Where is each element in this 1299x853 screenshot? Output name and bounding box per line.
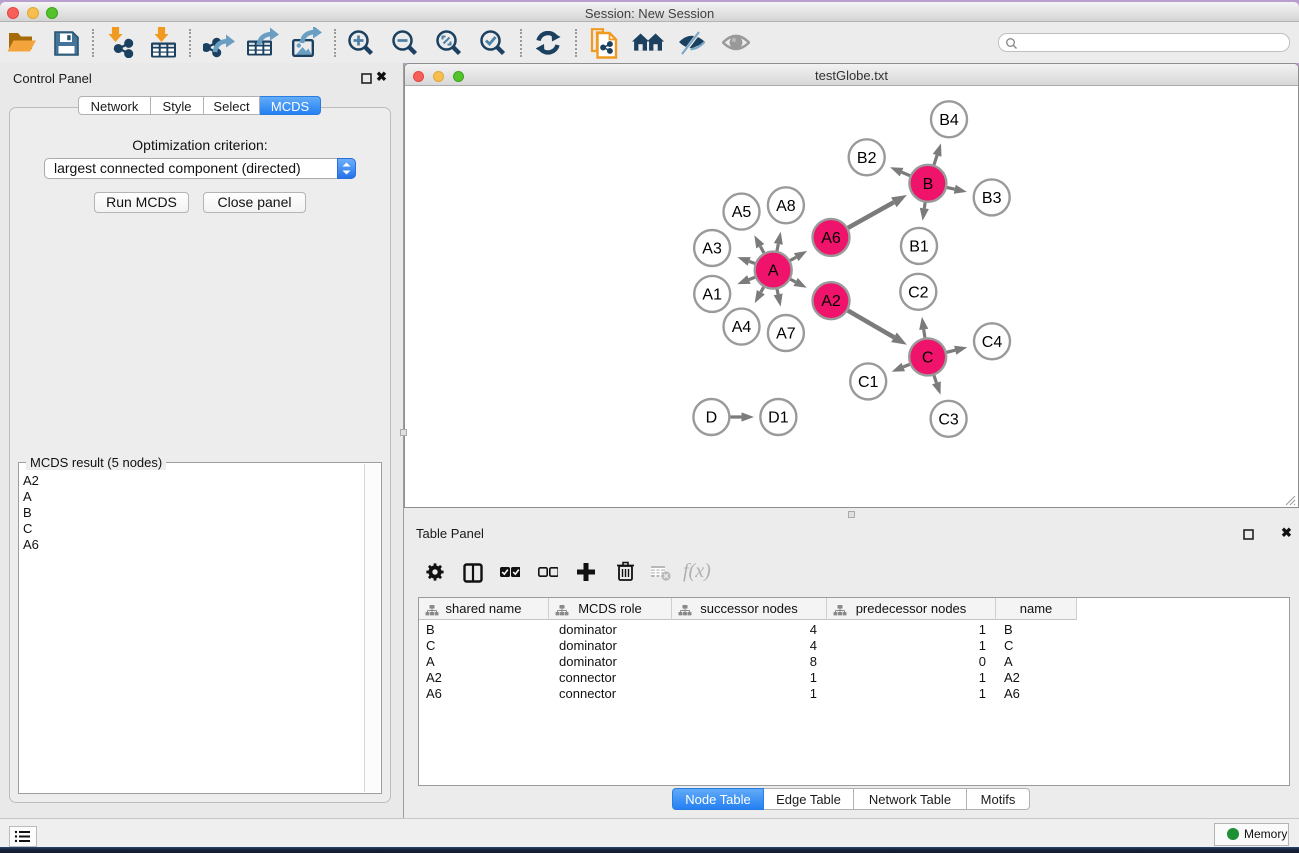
svg-text:C4: C4 (982, 334, 1003, 351)
svg-text:A2: A2 (821, 293, 841, 310)
svg-text:A6: A6 (821, 230, 841, 247)
svg-text:f(x): f(x) (683, 560, 711, 582)
svg-text:A3: A3 (702, 241, 722, 258)
svg-text:A8: A8 (776, 198, 796, 215)
svg-text:B1: B1 (909, 238, 929, 255)
svg-text:A1: A1 (702, 286, 722, 303)
svg-text:A4: A4 (732, 319, 752, 336)
svg-text:B3: B3 (982, 190, 1002, 207)
svg-text:C: C (922, 349, 934, 366)
svg-text:D: D (706, 410, 718, 427)
svg-text:C1: C1 (858, 374, 879, 391)
svg-text:B: B (923, 176, 934, 193)
svg-text:B2: B2 (857, 150, 877, 167)
svg-text:D1: D1 (768, 410, 789, 427)
svg-text:A: A (768, 263, 779, 280)
svg-text:C2: C2 (908, 284, 929, 301)
svg-text:B4: B4 (939, 112, 959, 129)
svg-text:A7: A7 (776, 326, 796, 343)
svg-text:C3: C3 (938, 411, 959, 428)
svg-text:A5: A5 (732, 204, 752, 221)
